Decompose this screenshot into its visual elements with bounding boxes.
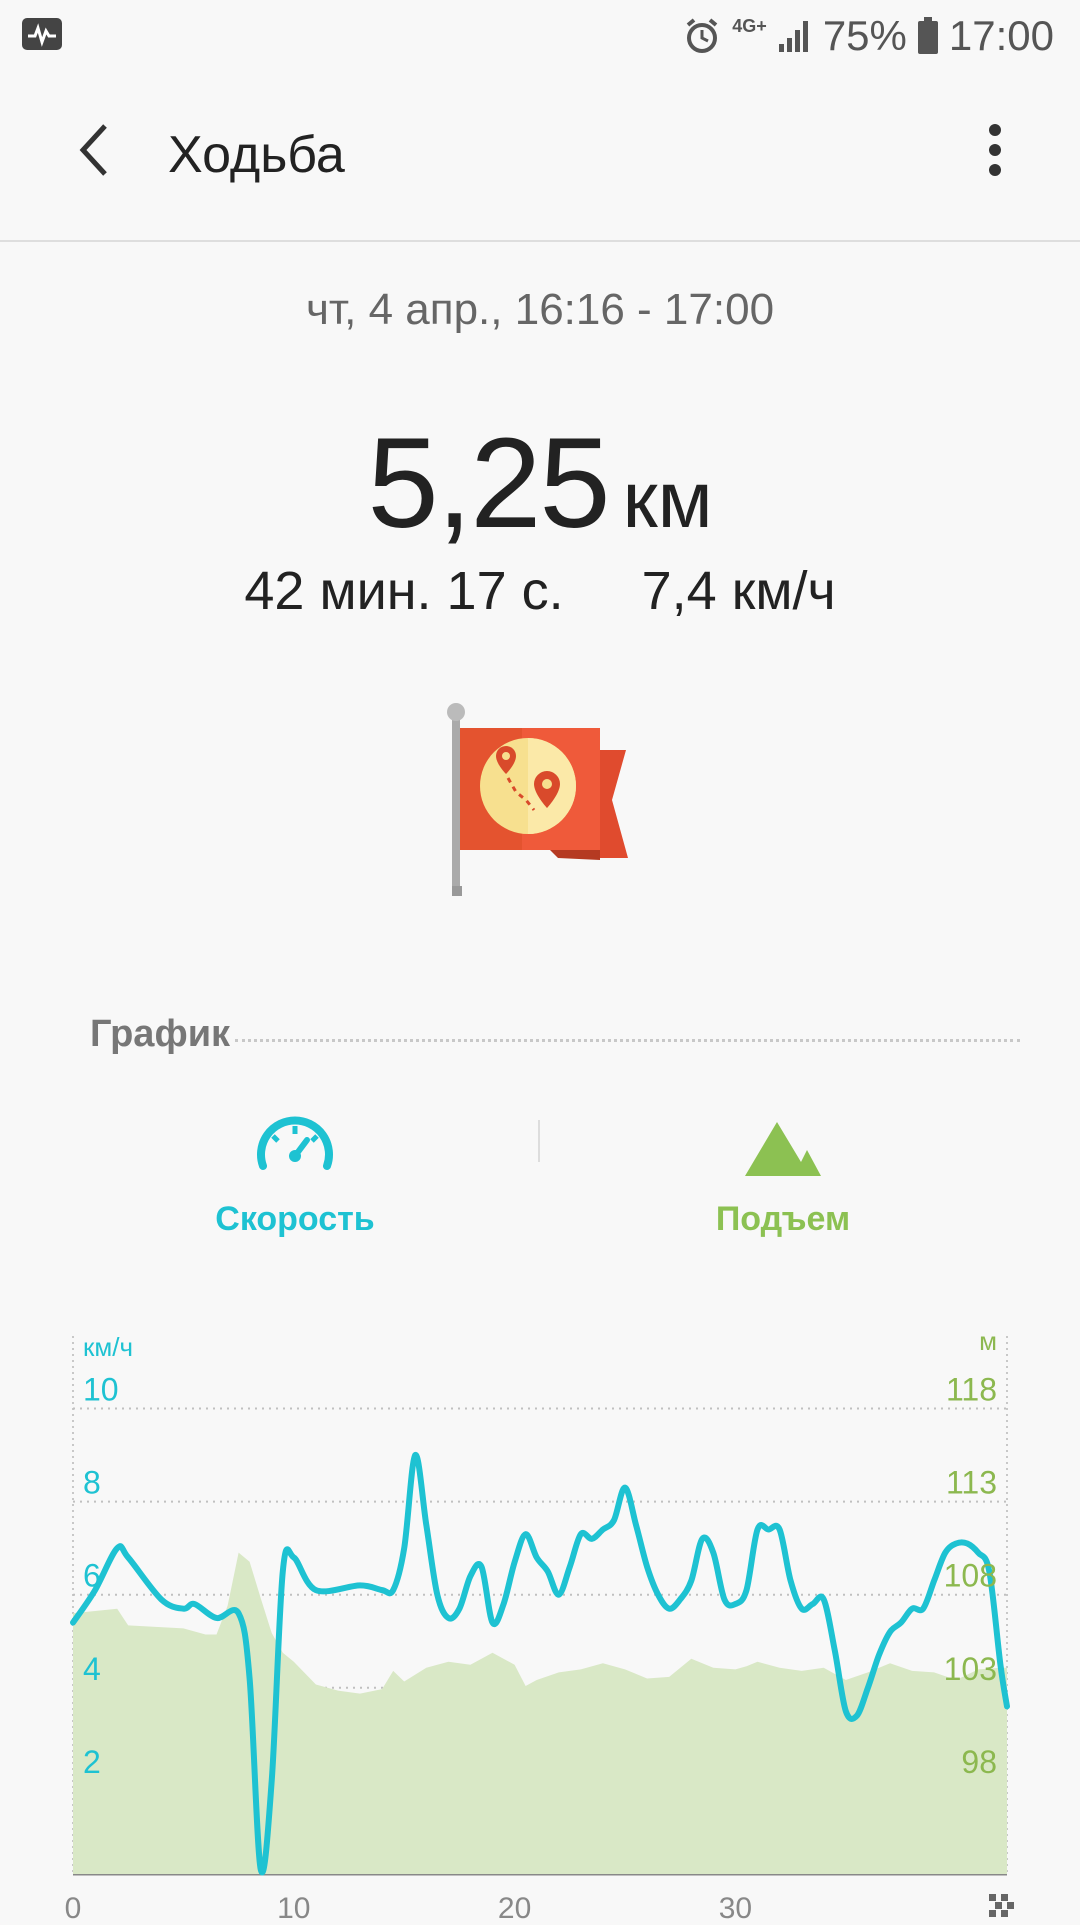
left-tick-label: 4	[83, 1651, 101, 1687]
workout-date-range: чт, 4 апр., 16:16 - 17:00	[305, 285, 775, 334]
finish-flag-icon	[989, 1894, 1014, 1917]
back-button[interactable]	[60, 110, 130, 190]
tab-elevation[interactable]: Подъем	[633, 1100, 933, 1250]
chart-svg: км/ч м108642118113108103980 10 20 30	[65, 1326, 1014, 1925]
page-title: Ходьба	[168, 126, 345, 184]
route-flag-badge	[440, 700, 640, 900]
clock: 17:00	[948, 12, 1054, 59]
elevation-area	[73, 1552, 1007, 1874]
left-tick-label: 8	[83, 1465, 101, 1501]
battery-icon	[917, 17, 939, 55]
more-options-button[interactable]	[960, 110, 1030, 190]
tab-speed[interactable]: Скорость	[145, 1100, 445, 1250]
status-bar: 4G+ 75% 17:00	[0, 0, 1080, 70]
back-arrow-icon	[79, 124, 107, 176]
more-vertical-icon	[989, 124, 1001, 176]
avg-speed-value: 7,4 км/ч	[641, 561, 836, 621]
mountain-icon	[745, 1122, 821, 1176]
right-tick-label: 113	[946, 1465, 997, 1501]
alarm-icon	[682, 16, 722, 56]
right-tick-label: 103	[944, 1651, 997, 1687]
x-tick-label: 10	[277, 1892, 310, 1920]
battery-percent: 75%	[822, 12, 907, 59]
left-tick-label: 2	[83, 1744, 101, 1780]
left-tick-label: 10	[83, 1372, 119, 1408]
tab-elevation-label: Подъем	[715, 1200, 851, 1238]
speedometer-icon	[257, 1116, 333, 1170]
activity-notification-icon	[22, 18, 62, 50]
speed-elevation-chart: км/ч м 10 8 6 4 2 118 113 108 103 98 0 10 20 30	[0, 1326, 1080, 1925]
signal-icon	[777, 18, 813, 54]
stats-row: 42 мин. 17 с. 7,4 км/ч	[0, 560, 1080, 622]
app-bar: Ходьба	[0, 70, 1080, 242]
status-icons: 4G+ 75% 17:00	[682, 12, 1054, 60]
right-tick-label: 118	[946, 1372, 997, 1408]
left-axis-unit: км/ч	[83, 1332, 133, 1362]
distance-value: 5,25	[367, 412, 610, 555]
duration-value: 42 мин. 17 с.	[244, 561, 564, 621]
x-tick-label: 0	[65, 1892, 82, 1920]
left-tick-label: 6	[83, 1558, 101, 1594]
x-tick-label: 30	[719, 1892, 752, 1920]
tab-divider	[538, 1120, 540, 1162]
section-divider	[235, 1039, 1020, 1042]
distance-unit: км	[622, 455, 713, 544]
distance-summary: 5,25 км	[0, 410, 1080, 557]
right-tick-label: 98	[961, 1744, 997, 1780]
network-type-label: 4G+	[732, 16, 767, 36]
graph-section-title: График	[90, 1013, 231, 1055]
tab-speed-label: Скорость	[215, 1200, 375, 1238]
graph-section-header: График	[90, 1005, 1020, 1055]
right-axis-unit: м	[979, 1330, 997, 1356]
right-tick-label: 108	[944, 1558, 997, 1594]
x-tick-label: 20	[498, 1892, 531, 1920]
